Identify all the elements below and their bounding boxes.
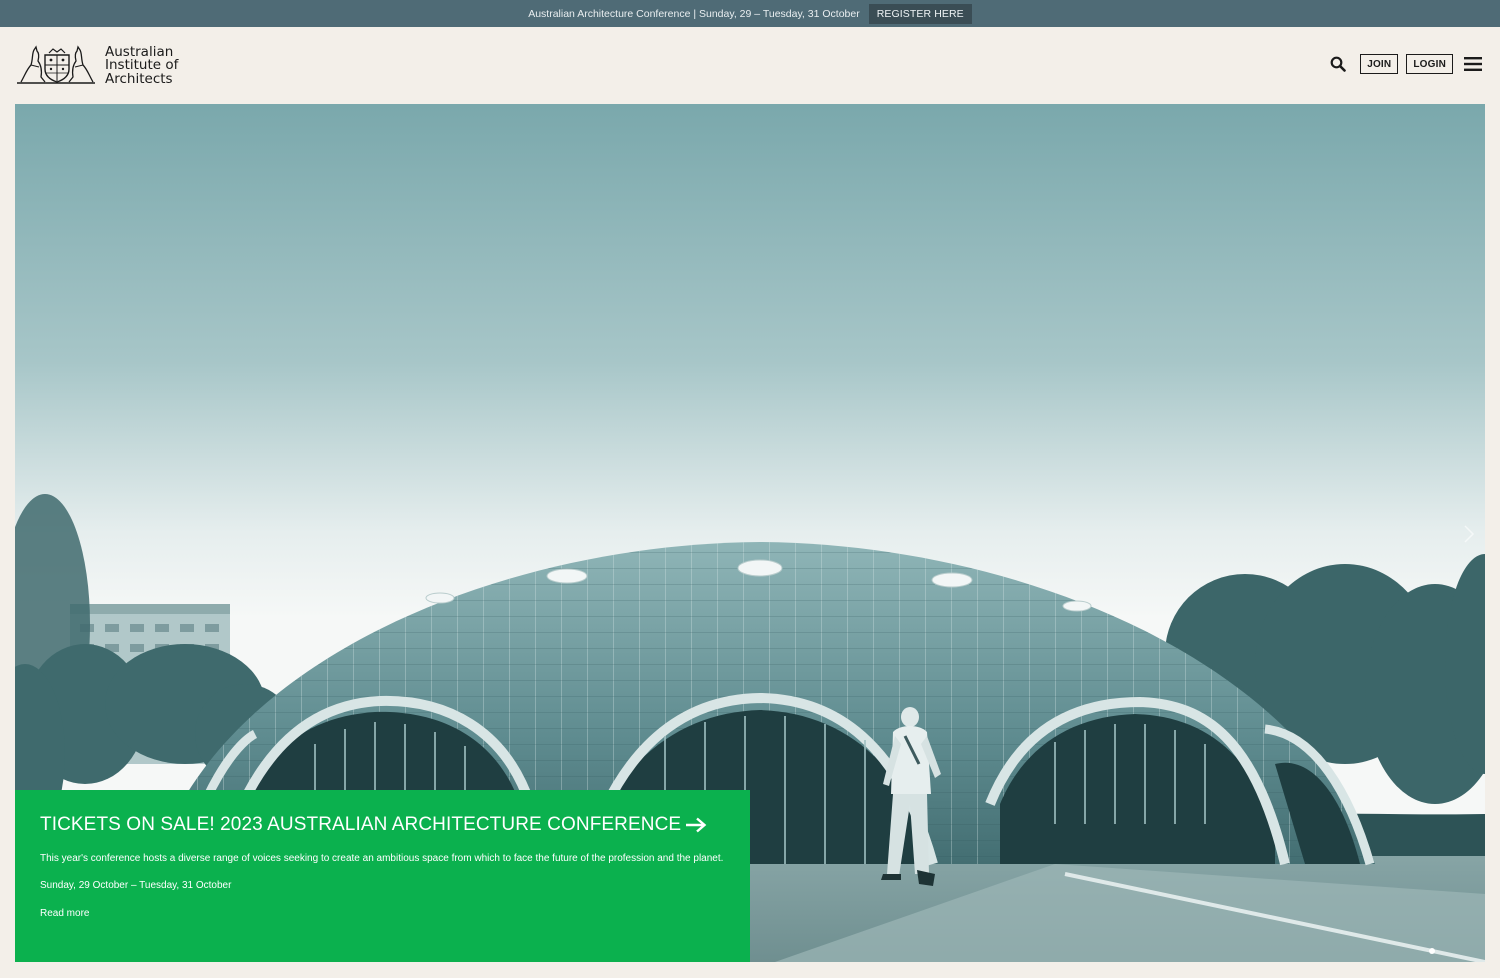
logo-line-3: Architects	[105, 70, 173, 87]
register-button[interactable]: REGISTER HERE	[868, 3, 972, 24]
read-more-link[interactable]: Read more	[40, 908, 89, 919]
promo-card: TICKETS ON SALE! 2023 AUSTRALIAN ARCHITE…	[15, 790, 750, 962]
slider-pagination	[1429, 948, 1435, 954]
site-header: Australian Institute of Architects JOIN …	[0, 27, 1500, 103]
logo-text: Australian Institute of Architects	[105, 45, 178, 87]
promo-title-link[interactable]: TICKETS ON SALE! 2023 AUSTRALIAN ARCHITE…	[40, 814, 725, 836]
crest-logo-icon	[17, 45, 95, 84]
arrow-right-icon	[686, 817, 707, 833]
chevron-right-icon[interactable]	[1463, 524, 1475, 544]
join-button[interactable]: JOIN	[1360, 54, 1399, 74]
hamburger-menu-icon[interactable]	[1464, 56, 1482, 72]
promo-title: TICKETS ON SALE! 2023 AUSTRALIAN ARCHITE…	[40, 814, 682, 835]
slider-dot-active[interactable]	[1429, 948, 1435, 954]
hero-slider: TICKETS ON SALE! 2023 AUSTRALIAN ARCHITE…	[15, 104, 1485, 962]
login-button[interactable]: LOGIN	[1406, 54, 1453, 74]
header-actions: JOIN LOGIN	[1330, 54, 1482, 74]
promo-date: Sunday, 29 October – Tuesday, 31 October	[40, 880, 232, 891]
search-icon[interactable]	[1330, 56, 1346, 72]
announcement-bar: Australian Architecture Conference | Sun…	[0, 0, 1500, 27]
announcement-text: Australian Architecture Conference | Sun…	[528, 7, 860, 20]
promo-description: This year's conference hosts a diverse r…	[40, 853, 724, 864]
logo-link[interactable]: Australian Institute of Architects	[17, 45, 178, 87]
